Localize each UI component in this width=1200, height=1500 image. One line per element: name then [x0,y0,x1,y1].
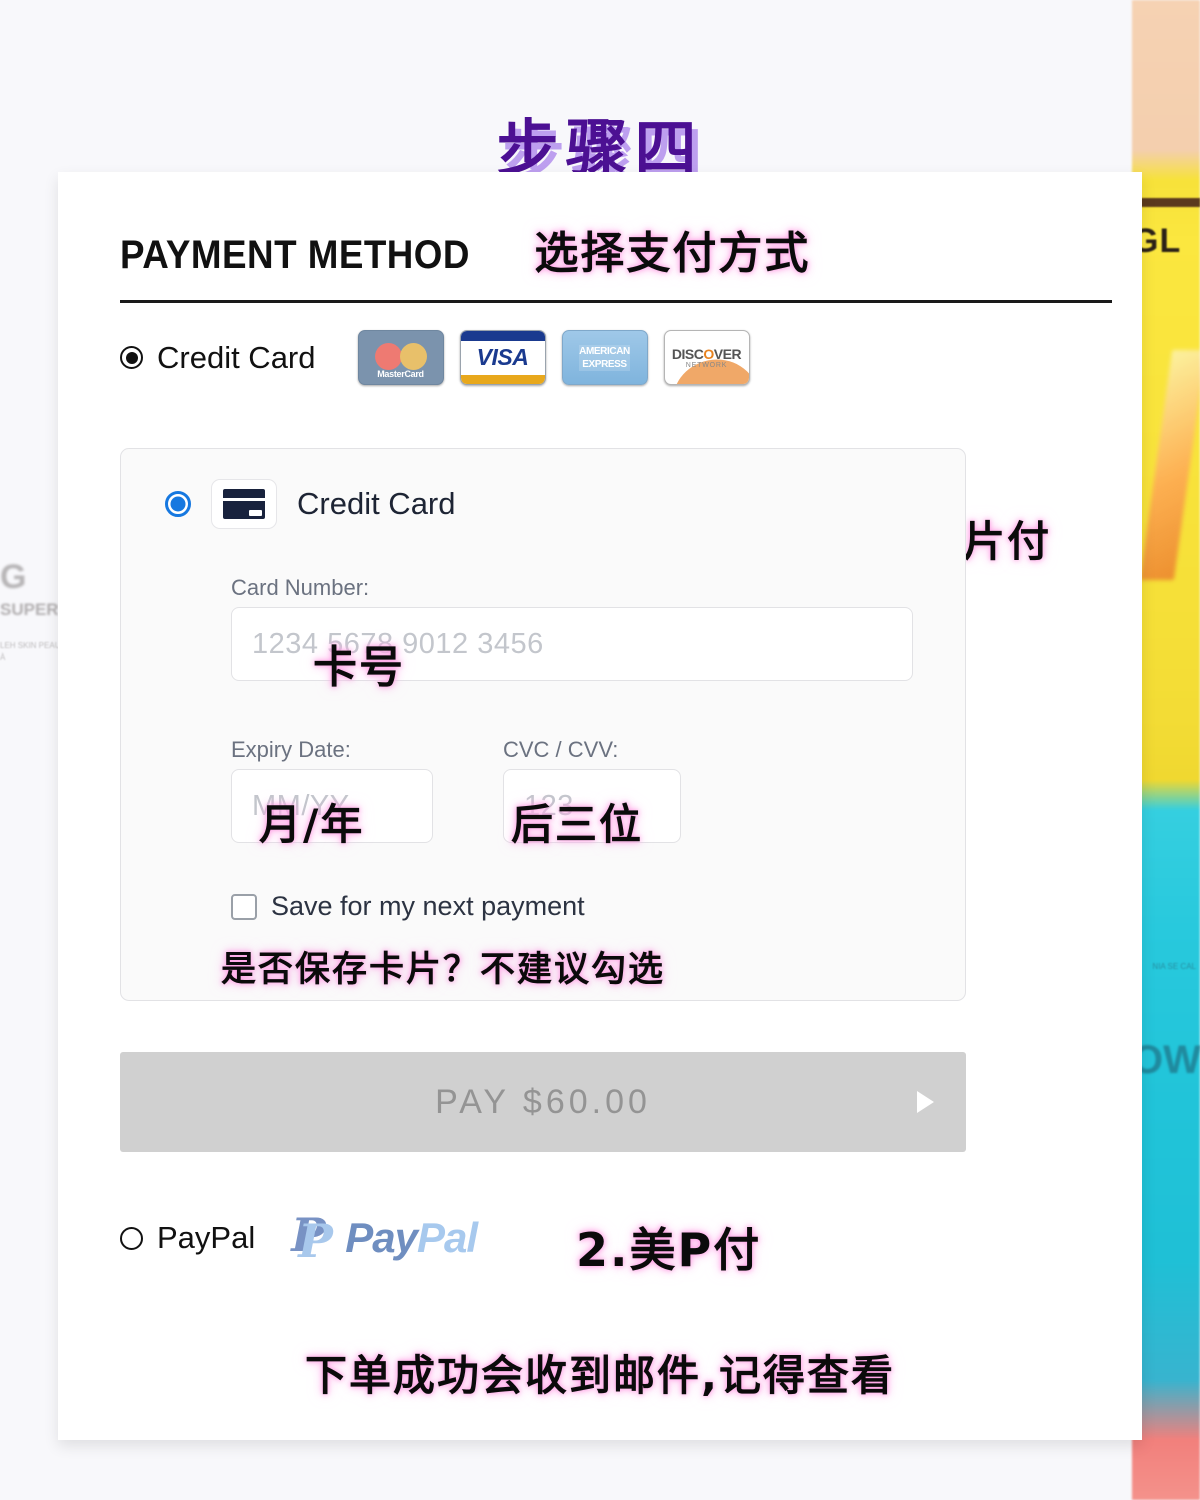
credit-card-panel-header[interactable]: Credit Card [121,449,965,529]
expiry-date-label: Expiry Date: [231,737,351,762]
mastercard-circles-icon [374,342,427,370]
paypal-mark-icon: PP [291,1208,333,1268]
mastercard-logo-text: MasterCard [377,369,424,379]
save-card-row[interactable]: Save for my next payment [231,891,585,922]
paypal-pay-annotation: 2.美P付 [576,1223,762,1277]
discover-word-c: VER [713,345,742,362]
credit-card-form-panel: Credit Card Card Number: 1234 5678 9012 … [120,448,966,1001]
footer-annotation-row: 下单成功会收到邮件,记得查看 [58,1342,1142,1403]
expiry-date-annotation: 月/年 [259,800,365,849]
credit-card-radio[interactable] [120,346,143,369]
card-number-label: Card Number: [231,575,370,600]
paypal-word-pal: Pal [416,1214,478,1261]
cvc-label: CVC / CVV: [503,737,619,762]
cvc-annotation: 后三位 [511,800,644,849]
discover-logo-text: DISCOVER [671,345,742,362]
background-left-brand-letter: G [0,558,26,596]
visa-logo: VISA [459,330,546,385]
checkout-card: PAYMENT METHOD 选择支付方式 Credit Card Master… [58,172,1142,1440]
discover-word-a: DISC [671,345,704,362]
card-brand-logos: MasterCard VISA AMERICAN EXPRESS DISCOVE… [357,330,750,385]
background-photo-left [0,0,62,1500]
credit-card-panel-radio[interactable] [165,491,191,517]
credit-card-icon [223,489,265,519]
pay-button-label: PAY $60.00 [435,1082,651,1121]
pay-arrow-icon [917,1091,934,1113]
pay-button[interactable]: PAY $60.00 [120,1052,966,1152]
payment-option-paypal[interactable]: PayPal PP PayPal [120,1208,478,1268]
select-method-annotation: 选择支付方式 [534,228,811,279]
credit-card-panel-title: Credit Card [297,486,456,521]
save-card-label: Save for my next payment [271,891,585,921]
amex-logo-line2: EXPRESS [579,357,630,371]
card-number-annotation: 卡号 [313,642,405,693]
background-left-brand-sub: SUPER [0,600,59,619]
background-right-bar [1132,198,1200,207]
payment-option-credit-card[interactable]: Credit Card MasterCard VISA AMERICAN EXP… [120,330,750,385]
visa-logo-text: VISA [476,344,529,370]
save-card-checkbox[interactable] [231,893,257,920]
discover-word-b: O [703,345,714,362]
footer-annotation: 下单成功会收到邮件,记得查看 [305,1351,895,1400]
paypal-word-pay: Pay [345,1214,418,1261]
paypal-radio[interactable] [120,1226,143,1250]
amex-logo-line1: AMERICAN [579,344,630,358]
header-divider [120,300,1112,303]
paypal-option-label: PayPal [157,1220,256,1255]
paypal-logo: PP PayPal [291,1208,478,1268]
page-title: PAYMENT METHOD [120,233,470,277]
save-card-annotation: 是否保存卡片？不建议勾选 [221,950,666,990]
amex-logo: AMERICAN EXPRESS [561,330,648,385]
background-left-fineprint: LEH SKIN PEAU À [0,641,61,662]
background-right-word: OW [1132,1038,1200,1082]
background-right-brand-letters: GL [1132,222,1182,260]
discover-logo-sub: NETWORK [685,362,728,369]
payment-method-header: PAYMENT METHOD 选择支付方式 [120,217,810,281]
credit-card-option-label: Credit Card [157,339,316,375]
discover-logo: DISCOVER NETWORK [663,330,750,385]
paypal-logo-text: PayPal [345,1214,478,1262]
mastercard-logo: MasterCard [357,330,444,385]
credit-card-icon-container [211,479,277,529]
